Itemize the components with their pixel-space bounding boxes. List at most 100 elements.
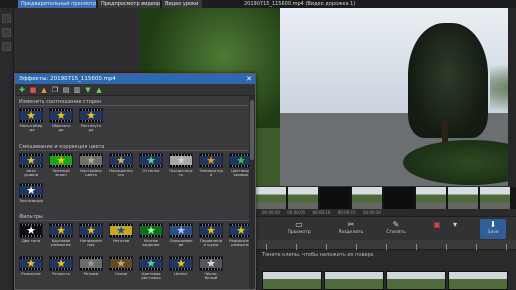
timecode: 00:00:20 xyxy=(363,210,381,215)
timecode: 00:00:00 xyxy=(262,210,280,215)
close-icon[interactable]: ✕ xyxy=(245,75,253,83)
effect-label: Рельеф xyxy=(83,272,99,276)
gutter-button[interactable] xyxy=(2,28,11,37)
effect-item[interactable]: ★ Авто уровни xyxy=(19,153,43,178)
effect-item[interactable]: ★ Настройки цвета xyxy=(79,153,103,178)
effect-item[interactable]: ★ Ночное видение xyxy=(139,223,163,248)
film-strip xyxy=(200,165,222,167)
effect-item[interactable]: ★ Температура xyxy=(199,153,223,178)
video-editor-window: Предварительный просмотр клипа Предпросм… xyxy=(0,0,516,290)
effect-item[interactable]: ★ Сепия xyxy=(109,256,133,276)
effect-label: Негатив xyxy=(112,239,130,243)
timeline-clip[interactable] xyxy=(448,271,508,290)
pen-icon: ✎ xyxy=(392,220,400,229)
timeline-clip[interactable] xyxy=(324,271,384,290)
tab-video-lessons[interactable]: Видео уроки xyxy=(162,0,202,8)
effect-label: Ночное видение xyxy=(142,239,160,248)
effect-item[interactable]: ★ Прозрачность xyxy=(169,153,193,178)
remove-icon[interactable]: ■ xyxy=(29,86,37,94)
clip-thumbnail xyxy=(256,187,286,209)
effect-item[interactable]: ★ Резкость xyxy=(49,256,73,276)
effect-item[interactable]: ★Направленное размытие xyxy=(79,223,103,248)
clip-thumbnail xyxy=(384,187,414,209)
tab-sequence-preview[interactable]: Предпросмотр видеоряда xyxy=(98,0,160,8)
time-ruler[interactable] xyxy=(256,240,516,250)
effect-thumbnail: ★ xyxy=(139,153,163,168)
open-icon[interactable]: ▥ xyxy=(73,86,81,94)
effects-dialog: Эффекты: 20190715_115600.mp4 ✕ ✚ ■ ▲ ❐ ▤… xyxy=(14,73,256,290)
effect-thumbnail: ★ xyxy=(109,153,133,168)
effect-item[interactable]: ★ Насыщенность xyxy=(109,153,133,178)
save-icon[interactable]: ▤ xyxy=(62,86,70,94)
effect-thumbnail: ★ xyxy=(49,153,73,168)
effect-thumbnail: ★ xyxy=(79,153,103,168)
effect-item[interactable]: ★ Шепот xyxy=(169,256,193,276)
clip-thumbnail xyxy=(320,187,350,209)
effect-item[interactable]: ★Масштабир. до сохранения соотношения xyxy=(19,108,43,133)
timeline-clip[interactable] xyxy=(386,271,446,290)
split-button[interactable]: ✂ Разделить xyxy=(332,219,370,239)
style-button[interactable]: ✎ Стилять xyxy=(378,219,414,239)
down-icon[interactable]: ▼ xyxy=(84,86,92,94)
effect-item[interactable]: ★ Экспозиция xyxy=(19,183,43,203)
timecode: 00:00:10 xyxy=(312,210,331,215)
effect-item[interactable]: ★ Зеленый экран xyxy=(49,153,73,178)
effect-item[interactable]: ★Растянуть до соотношения xyxy=(79,108,103,133)
ruler-tick xyxy=(476,244,477,250)
effect-label: Сепия xyxy=(114,272,128,276)
effect-item[interactable]: ★ Размытие xyxy=(19,256,43,276)
effect-item[interactable]: ★Обрезать до соотношения xyxy=(49,108,73,133)
gutter-button[interactable] xyxy=(2,14,11,23)
3d-dropdown[interactable]: ▾ xyxy=(450,219,460,239)
ruler-tick xyxy=(296,244,297,250)
dialog-title: Эффекты: 20190715_115600.mp4 xyxy=(15,74,255,84)
up-icon[interactable]: ▲ xyxy=(95,86,103,94)
effect-thumbnail: ★ xyxy=(109,223,133,238)
effect-thumbnail: ★ xyxy=(139,256,163,271)
right-scrollbar[interactable] xyxy=(508,8,516,186)
save-button[interactable]: ⬇ Save xyxy=(480,219,506,239)
effect-thumbnail: ★ xyxy=(199,223,223,238)
effect-thumbnail: ★ xyxy=(79,256,103,271)
dialog-scrollbar[interactable] xyxy=(249,96,255,289)
copy-icon[interactable]: ❐ xyxy=(51,86,59,94)
gutter-button[interactable] xyxy=(2,42,11,51)
effect-item[interactable]: ★ Черно-белый xyxy=(199,256,223,281)
scrollbar-thumb[interactable] xyxy=(250,100,254,160)
effect-label: Резкость xyxy=(52,272,70,276)
effect-thumbnail: ★ xyxy=(169,153,193,168)
move-up-icon[interactable]: ▲ xyxy=(40,86,48,94)
ruler-tick xyxy=(266,244,267,250)
film-strip xyxy=(20,235,42,237)
effect-label: Круговое размытие xyxy=(51,239,71,248)
film-strip xyxy=(80,120,102,122)
film-strip xyxy=(200,268,222,270)
clip-thumbnail xyxy=(480,187,510,209)
preview-button[interactable]: ▭ Просмотр xyxy=(282,219,316,239)
effect-item[interactable]: ★ Подавление шума xyxy=(199,223,223,248)
3d-button[interactable]: ▣ xyxy=(426,219,448,239)
add-icon[interactable]: ✚ xyxy=(18,86,26,94)
style-button-label: Стилять xyxy=(386,230,406,235)
effect-thumbnail: ★ xyxy=(79,223,103,238)
effect-item[interactable]: ★ Окрашивание xyxy=(169,223,193,248)
effect-item[interactable]: ★ Два тона xyxy=(19,223,43,243)
film-strip xyxy=(50,120,72,122)
ruler-tick xyxy=(416,244,417,250)
clip-thumbnail-strip[interactable] xyxy=(256,187,516,209)
effect-item[interactable]: ★ Рельеф xyxy=(79,256,103,276)
effect-item[interactable]: ★ Цветовая растяжка xyxy=(139,256,163,281)
effect-item[interactable]: ★ Оттенки xyxy=(139,153,163,173)
clip-thumbnail xyxy=(448,187,478,209)
film-strip xyxy=(110,165,132,167)
effect-item[interactable]: ★ Негатив xyxy=(109,223,133,243)
effect-thumbnail: ★ xyxy=(19,223,43,238)
film-strip xyxy=(110,235,132,237)
timeline-clip[interactable] xyxy=(262,271,322,290)
effect-item[interactable]: ★ Круговое размытие xyxy=(49,223,73,248)
effect-label: Направленное размытие xyxy=(80,239,102,248)
tab-clip-preview[interactable]: Предварительный просмотр клипа xyxy=(18,0,96,8)
clip-thumbnail xyxy=(416,187,446,209)
effect-label: Размытие xyxy=(21,272,41,276)
film-strip xyxy=(140,165,162,167)
